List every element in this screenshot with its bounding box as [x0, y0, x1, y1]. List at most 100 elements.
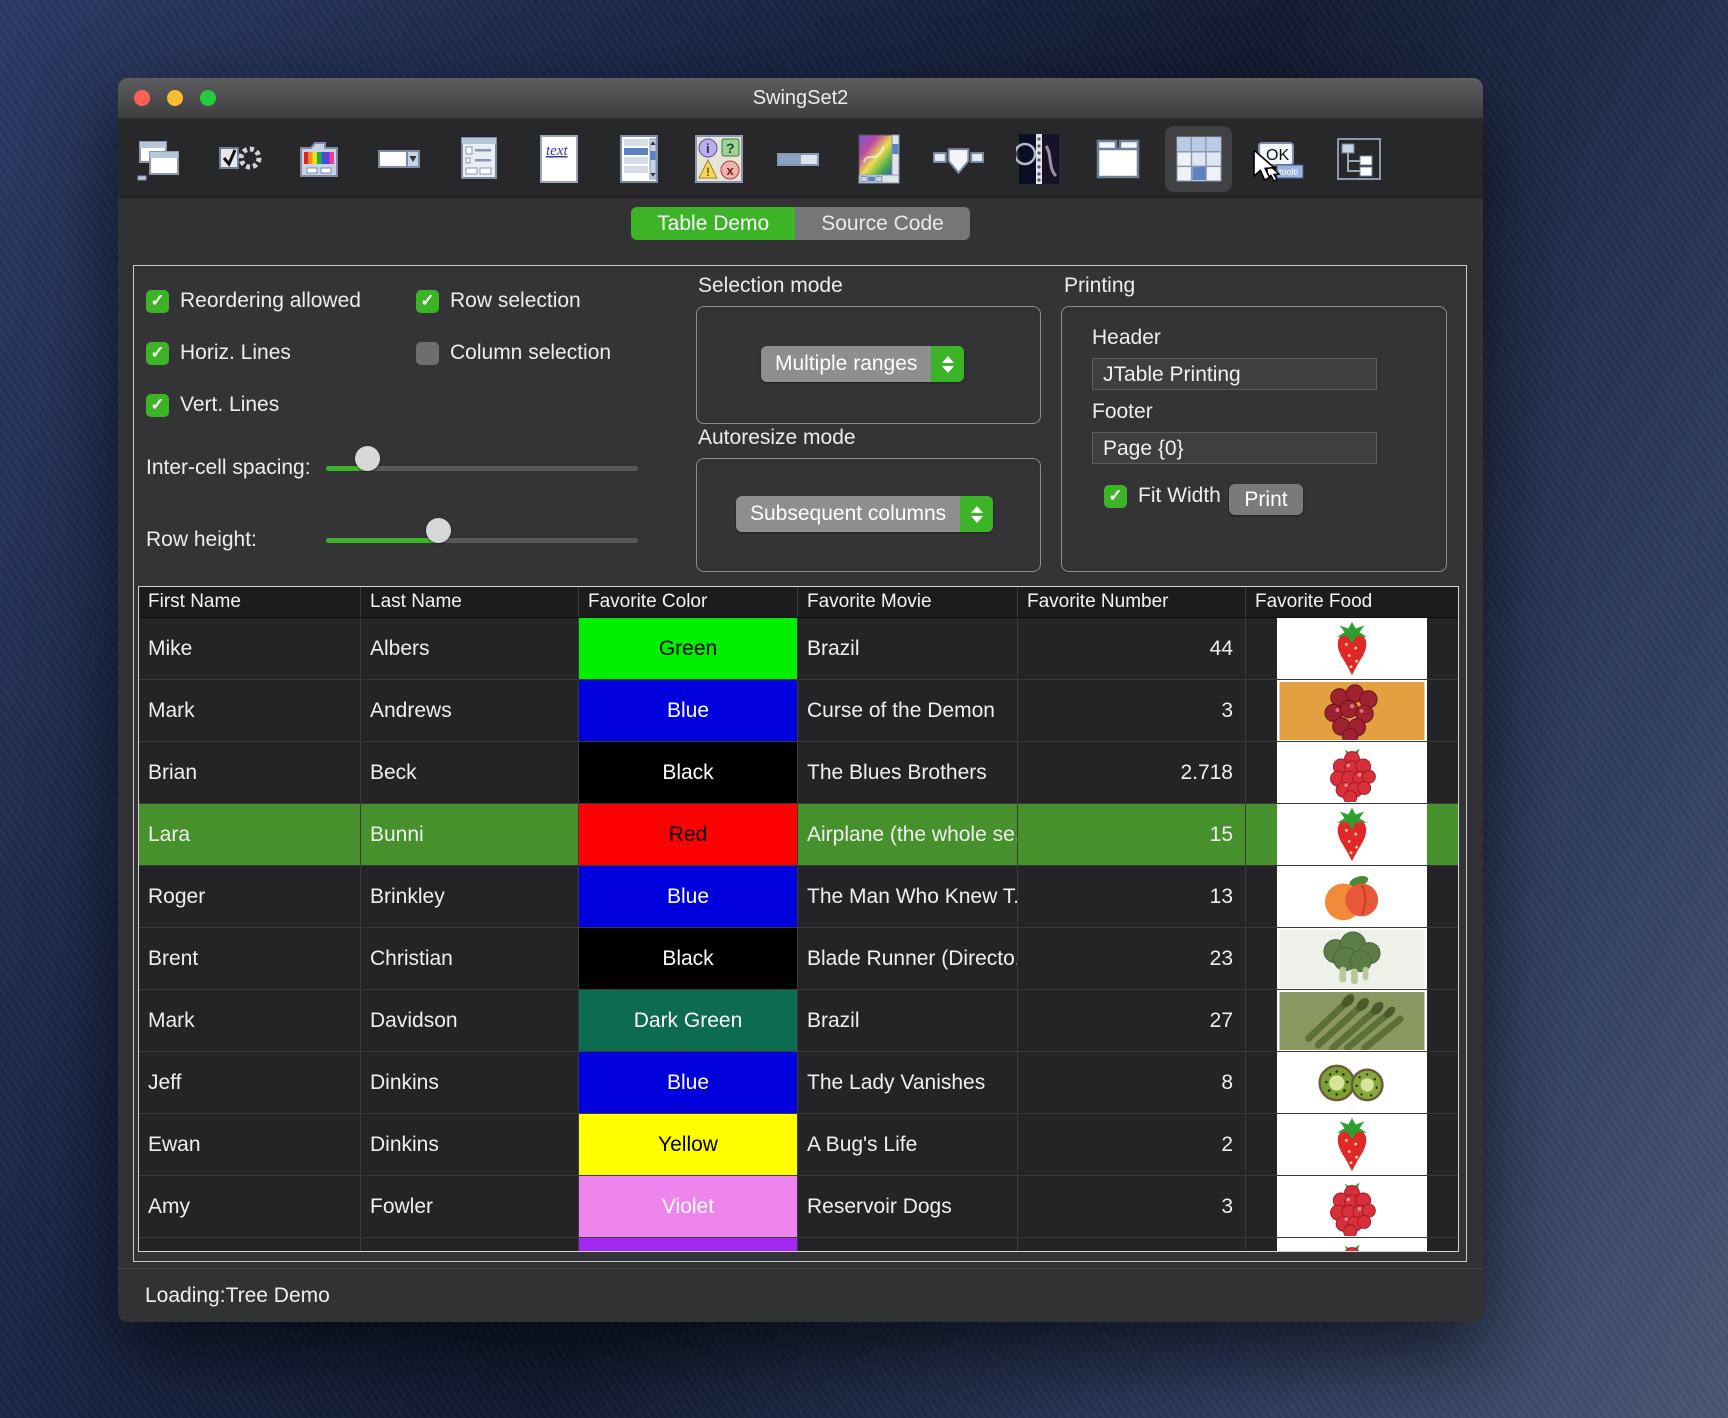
fit-width-checkbox[interactable]: Fit Width	[1104, 484, 1221, 508]
cell-last-name[interactable]: Christian	[361, 928, 579, 989]
cell-last-name[interactable]: Davidson	[361, 990, 579, 1051]
cell-favorite-movie[interactable]: The Lady Vanishes	[798, 1052, 1018, 1113]
cell-favorite-color[interactable]: Black	[579, 742, 798, 803]
cell-favorite-color[interactable]: Blue	[579, 680, 798, 741]
table-row[interactable]: Mark Davidson Dark Green Brazil 27	[139, 990, 1458, 1052]
scroll-pane-demo-button[interactable]	[852, 128, 905, 190]
column-selection-checkbox[interactable]: Column selection	[416, 341, 611, 365]
cell-favorite-movie[interactable]: Airplane (the whole se...	[798, 804, 1018, 865]
cell-favorite-color[interactable]: Violet	[579, 1176, 798, 1237]
cell-favorite-color[interactable]: Black	[579, 928, 798, 989]
cell-first-name[interactable]: Brent	[139, 928, 361, 989]
row-selection-checkbox[interactable]: Row selection	[416, 289, 581, 313]
cell-first-name[interactable]: Mark	[139, 680, 361, 741]
cell-last-name[interactable]: Gajewska	[361, 1238, 579, 1252]
column-header-favorite-food[interactable]: Favorite Food	[1246, 587, 1458, 617]
cell-favorite-food[interactable]	[1246, 866, 1458, 927]
file-chooser-demo-button[interactable]	[452, 128, 505, 190]
cell-favorite-food[interactable]	[1246, 990, 1458, 1051]
column-header-favorite-number[interactable]: Favorite Number	[1018, 587, 1246, 617]
row-height-slider[interactable]	[326, 528, 638, 552]
cell-first-name[interactable]: Roger	[139, 866, 361, 927]
slider-thumb[interactable]	[355, 446, 380, 471]
tree-demo-button[interactable]	[1332, 128, 1385, 190]
table-row[interactable]: Amy Fowler Violet Reservoir Dogs 3	[139, 1176, 1458, 1238]
slider-demo-button[interactable]	[932, 128, 985, 190]
cell-favorite-number[interactable]: 15	[1018, 804, 1246, 865]
combo-box-demo-button[interactable]	[372, 128, 425, 190]
autoresize-mode-dropdown[interactable]: Subsequent columns	[736, 496, 993, 532]
print-button[interactable]: Print	[1229, 484, 1303, 515]
cell-last-name[interactable]: Brinkley	[361, 866, 579, 927]
cell-first-name[interactable]: Mark	[139, 990, 361, 1051]
cell-favorite-food[interactable]	[1246, 680, 1458, 741]
table-row[interactable]: Mike Albers Green Brazil 44	[139, 618, 1458, 680]
cell-favorite-movie[interactable]: Blade Runner (Directo...	[798, 928, 1018, 989]
cell-favorite-food[interactable]	[1246, 1052, 1458, 1113]
table-row[interactable]: Hania Gajewska Purple Jaws 2	[139, 1238, 1458, 1252]
cell-favorite-movie[interactable]: Curse of the Demon	[798, 680, 1018, 741]
printing-footer-field[interactable]: Page {0}	[1092, 432, 1377, 464]
horiz-lines-checkbox[interactable]: Horiz. Lines	[146, 341, 291, 365]
option-pane-demo-button[interactable]: i ? ! x	[692, 128, 745, 190]
cell-favorite-color[interactable]: Blue	[579, 866, 798, 927]
cell-favorite-food[interactable]	[1246, 1114, 1458, 1175]
table-row[interactable]: Brian Beck Black The Blues Brothers 2.71…	[139, 742, 1458, 804]
cell-favorite-number[interactable]: 27	[1018, 990, 1246, 1051]
printing-header-field[interactable]: JTable Printing	[1092, 358, 1377, 390]
cell-last-name[interactable]: Dinkins	[361, 1052, 579, 1113]
internal-frame-demo-button[interactable]	[132, 128, 185, 190]
titlebar[interactable]: SwingSet2	[118, 78, 1483, 119]
cell-favorite-number[interactable]: 13	[1018, 866, 1246, 927]
cell-first-name[interactable]: Lara	[139, 804, 361, 865]
table-row[interactable]: Brent Christian Black Blade Runner (Dire…	[139, 928, 1458, 990]
column-header-last-name[interactable]: Last Name	[361, 587, 579, 617]
list-demo-button[interactable]	[612, 128, 665, 190]
cell-favorite-movie[interactable]: Jaws	[798, 1238, 1018, 1252]
color-chooser-demo-button[interactable]	[292, 128, 345, 190]
cell-first-name[interactable]: Amy	[139, 1176, 361, 1237]
button-demo-button[interactable]	[212, 128, 265, 190]
table-row[interactable]: Lara Bunni Red Airplane (the whole se...…	[139, 804, 1458, 866]
cell-favorite-movie[interactable]: Reservoir Dogs	[798, 1176, 1018, 1237]
progress-bar-demo-button[interactable]	[772, 128, 825, 190]
cell-favorite-movie[interactable]: The Blues Brothers	[798, 742, 1018, 803]
cell-favorite-movie[interactable]: A Bug's Life	[798, 1114, 1018, 1175]
cell-favorite-number[interactable]: 3	[1018, 680, 1246, 741]
html-text-demo-button[interactable]: text	[532, 128, 585, 190]
cell-favorite-color[interactable]: Green	[579, 618, 798, 679]
cell-favorite-movie[interactable]: Brazil	[798, 618, 1018, 679]
cell-favorite-number[interactable]: 3	[1018, 1176, 1246, 1237]
cell-favorite-number[interactable]: 2.718	[1018, 742, 1246, 803]
column-header-favorite-movie[interactable]: Favorite Movie	[798, 587, 1018, 617]
table-row[interactable]: Roger Brinkley Blue The Man Who Knew T..…	[139, 866, 1458, 928]
cell-first-name[interactable]: Hania	[139, 1238, 361, 1252]
cell-favorite-movie[interactable]: Brazil	[798, 990, 1018, 1051]
tabbed-pane-demo-button[interactable]	[1012, 128, 1065, 190]
cell-favorite-food[interactable]	[1246, 804, 1458, 865]
cell-last-name[interactable]: Beck	[361, 742, 579, 803]
cell-last-name[interactable]: Albers	[361, 618, 579, 679]
vert-lines-checkbox[interactable]: Vert. Lines	[146, 393, 279, 417]
cell-favorite-number[interactable]: 23	[1018, 928, 1246, 989]
cell-first-name[interactable]: Jeff	[139, 1052, 361, 1113]
column-header-favorite-color[interactable]: Favorite Color	[579, 587, 798, 617]
cell-favorite-food[interactable]	[1246, 1176, 1458, 1237]
cell-favorite-color[interactable]: Purple	[579, 1238, 798, 1252]
selection-mode-dropdown[interactable]: Multiple ranges	[761, 346, 964, 382]
tab-table-demo[interactable]: Table Demo	[631, 207, 795, 240]
cell-favorite-color[interactable]: Yellow	[579, 1114, 798, 1175]
cell-first-name[interactable]: Ewan	[139, 1114, 361, 1175]
cell-favorite-food[interactable]	[1246, 928, 1458, 989]
cell-last-name[interactable]: Andrews	[361, 680, 579, 741]
cell-last-name[interactable]: Bunni	[361, 804, 579, 865]
cell-favorite-number[interactable]: 44	[1018, 618, 1246, 679]
cell-favorite-color[interactable]: Red	[579, 804, 798, 865]
cell-favorite-color[interactable]: Blue	[579, 1052, 798, 1113]
cell-first-name[interactable]: Mike	[139, 618, 361, 679]
cell-favorite-number[interactable]: 8	[1018, 1052, 1246, 1113]
cell-favorite-food[interactable]	[1246, 618, 1458, 679]
table-demo-button[interactable]	[1172, 128, 1225, 190]
cell-last-name[interactable]: Dinkins	[361, 1114, 579, 1175]
cell-favorite-number[interactable]: 2	[1018, 1114, 1246, 1175]
